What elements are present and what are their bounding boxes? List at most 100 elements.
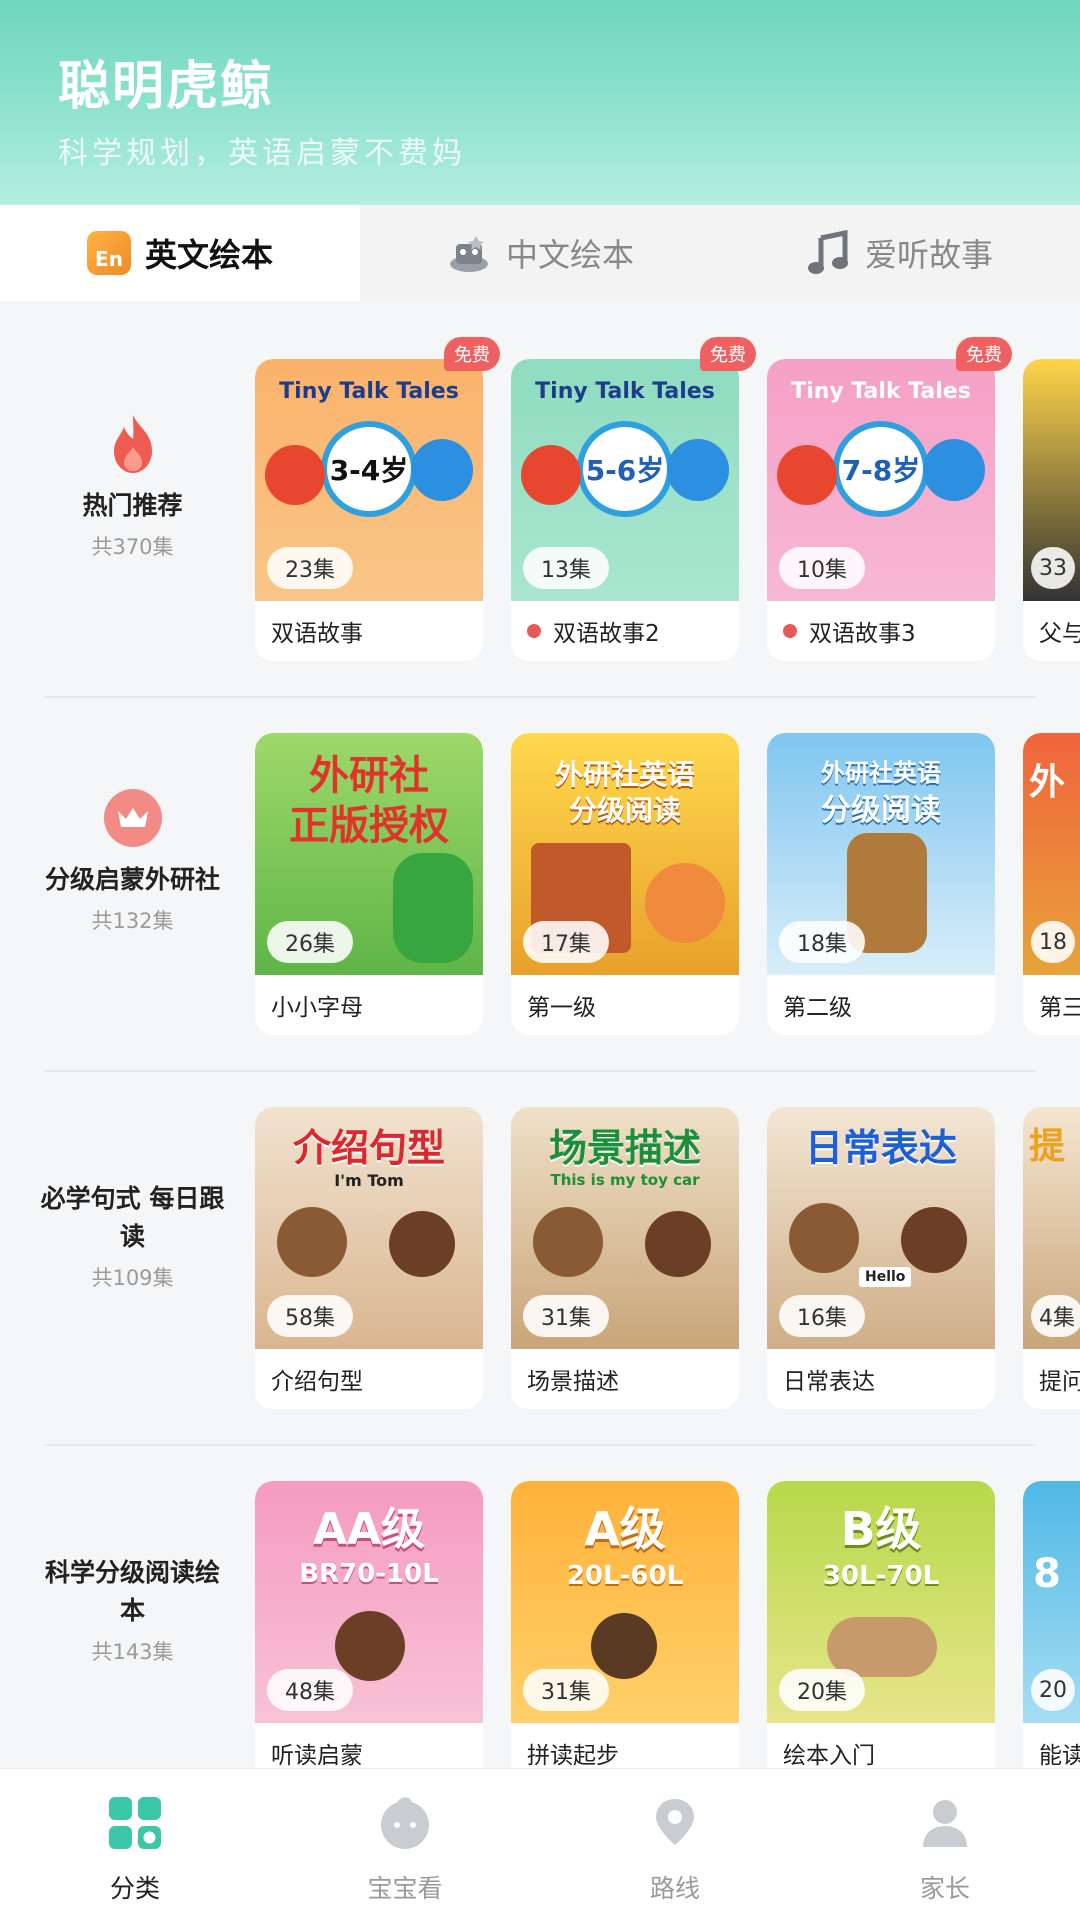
episode-count: 4集 bbox=[1031, 1295, 1080, 1337]
book-cover: Tiny Talk Tales 5-6岁 13集 bbox=[511, 359, 739, 601]
episode-count: 26集 bbox=[267, 921, 353, 963]
book-card[interactable]: 提 4集 提问 bbox=[1023, 1107, 1080, 1409]
book-cover: 日常表达 Hello 16集 bbox=[767, 1107, 995, 1349]
cover-title: A级 bbox=[584, 1502, 666, 1556]
location-pin-icon bbox=[647, 1795, 703, 1855]
book-title: 能读 bbox=[1039, 1743, 1080, 1768]
category-count: 共132集 bbox=[91, 909, 174, 933]
tab-label: 爱听故事 bbox=[864, 236, 993, 274]
book-cover: AA级 BR70-10L 48集 bbox=[255, 1481, 483, 1723]
category-graded-reading[interactable]: 科学分级阅读绘本 共143集 bbox=[40, 1423, 225, 1768]
book-card[interactable]: 外研社英语 分级阅读 17集 第一级 bbox=[511, 733, 739, 1035]
girl-character-icon bbox=[777, 445, 837, 505]
nav-label: 路线 bbox=[649, 1874, 700, 1903]
cover-title: Tiny Talk Tales bbox=[535, 379, 715, 404]
cover-title: Tiny Talk Tales bbox=[791, 379, 971, 404]
cover-title: AA级 bbox=[312, 1504, 426, 1555]
cover-title: 提 bbox=[1029, 1126, 1066, 1167]
episode-count: 20集 bbox=[779, 1669, 865, 1711]
book-title: 双语故事2 bbox=[527, 611, 660, 651]
section-hot: 热门推荐 共370集 Tiny Talk Tales 3-4岁 23集 双语故事… bbox=[0, 301, 1080, 698]
new-dot-icon bbox=[783, 624, 797, 638]
book-cover: Tiny Talk Tales 3-4岁 23集 bbox=[255, 359, 483, 601]
girl-character-icon bbox=[389, 1211, 455, 1277]
book-card[interactable]: Tiny Talk Tales 3-4岁 23集 双语故事 bbox=[255, 359, 483, 661]
category-name: 必学句式 每日跟读 bbox=[40, 1184, 225, 1251]
cover-title: Tiny Talk Tales bbox=[279, 379, 459, 404]
cover-title: 日常表达 bbox=[804, 1126, 957, 1170]
category-count: 共143集 bbox=[91, 1640, 174, 1664]
book-card[interactable]: 外研社 正版授权 26集 小小字母 bbox=[255, 733, 483, 1035]
book-cover: A级 20L-60L 31集 bbox=[511, 1481, 739, 1723]
free-badge: 免费 bbox=[700, 337, 756, 371]
book-card[interactable]: 外研社英语 分级阅读 18集 第二级 bbox=[767, 733, 995, 1035]
tab-english-books[interactable]: En 英文绘本 bbox=[0, 205, 360, 301]
book-cover: 外 18 bbox=[1023, 733, 1080, 975]
free-badge: 免费 bbox=[444, 337, 500, 371]
book-cover: Tiny Talk Tales 7-8岁 10集 bbox=[767, 359, 995, 601]
crocodile-icon bbox=[393, 853, 473, 963]
cover-subtitle: I'm Tom bbox=[334, 1171, 404, 1190]
category-fltrp[interactable]: 分级启蒙外研社 共132集 bbox=[40, 675, 225, 1049]
book-card[interactable]: 33 父与 bbox=[1023, 359, 1080, 661]
book-title: 听读启蒙 bbox=[271, 1743, 363, 1768]
book-card[interactable]: B级 30L-70L 20集 绘本入门 bbox=[767, 1481, 995, 1768]
episode-count: 31集 bbox=[523, 1295, 609, 1337]
book-title: 双语故事3 bbox=[783, 611, 916, 651]
book-card[interactable]: 日常表达 Hello 16集 日常表达 bbox=[767, 1107, 995, 1409]
girl-character-icon bbox=[265, 445, 325, 505]
episode-count: 20 bbox=[1031, 1669, 1075, 1711]
nav-baby-watch[interactable]: 宝宝看 bbox=[270, 1769, 540, 1920]
book-card[interactable]: Tiny Talk Tales 5-6岁 13集 双语故事2 bbox=[511, 359, 739, 661]
book-card[interactable]: 8 20 能读 bbox=[1023, 1481, 1080, 1768]
book-card[interactable]: 场景描述 This is my toy car 31集 场景描述 bbox=[511, 1107, 739, 1409]
category-name: 分级启蒙外研社 bbox=[45, 865, 221, 894]
episode-count: 48集 bbox=[267, 1669, 353, 1711]
book-cover: 外研社英语 分级阅读 18集 bbox=[767, 733, 995, 975]
book-card[interactable]: AA级 BR70-10L 48集 听读启蒙 bbox=[255, 1481, 483, 1768]
category-hot[interactable]: 热门推荐 共370集 bbox=[40, 301, 225, 675]
boy-character-icon bbox=[667, 439, 729, 501]
cover-subtitle: 正版授权 bbox=[289, 803, 449, 849]
category-sentences[interactable]: 必学句式 每日跟读 共109集 bbox=[40, 1049, 225, 1423]
child-character-icon bbox=[645, 863, 725, 943]
cover-subtitle: 分级阅读 bbox=[568, 794, 681, 827]
book-cover: B级 30L-70L 20集 bbox=[767, 1481, 995, 1723]
category-count: 共370集 bbox=[91, 535, 174, 559]
book-card[interactable]: 外 18 第三 bbox=[1023, 733, 1080, 1035]
book-title: 双语故事 bbox=[271, 621, 363, 647]
category-list[interactable]: 热门推荐 共370集 Tiny Talk Tales 3-4岁 23集 双语故事… bbox=[0, 301, 1080, 1768]
age-badge: 5-6岁 bbox=[577, 421, 673, 517]
nav-category[interactable]: 分类 bbox=[0, 1769, 270, 1920]
girl-character-icon bbox=[901, 1207, 967, 1273]
episode-count: 31集 bbox=[523, 1669, 609, 1711]
cover-subtitle: This is my toy car bbox=[550, 1171, 700, 1189]
book-cover: 8 20 bbox=[1023, 1481, 1080, 1723]
tab-listen-stories[interactable]: 爱听故事 bbox=[720, 205, 1080, 301]
nav-parent[interactable]: 家长 bbox=[810, 1769, 1080, 1920]
category-tabs: En 英文绘本 中文绘本 爱听故事 bbox=[0, 205, 1080, 301]
cover-subtitle: Hello bbox=[859, 1267, 912, 1287]
book-card[interactable]: 介绍句型 I'm Tom 58集 介绍句型 bbox=[255, 1107, 483, 1409]
book-title: 第二级 bbox=[783, 995, 852, 1021]
nav-label: 分类 bbox=[109, 1874, 160, 1903]
book-card[interactable]: A级 20L-60L 31集 拼读起步 bbox=[511, 1481, 739, 1768]
nav-route[interactable]: 路线 bbox=[540, 1769, 810, 1920]
episode-count: 23集 bbox=[267, 547, 353, 589]
nav-label: 家长 bbox=[919, 1874, 970, 1903]
book-card[interactable]: Tiny Talk Tales 7-8岁 10集 双语故事3 bbox=[767, 359, 995, 661]
category-grid-icon bbox=[107, 1795, 163, 1855]
new-dot-icon bbox=[527, 624, 541, 638]
book-cover: 场景描述 This is my toy car 31集 bbox=[511, 1107, 739, 1349]
cover-title: 介绍句型 bbox=[292, 1126, 445, 1170]
book-title: 拼读起步 bbox=[527, 1743, 619, 1768]
tab-chinese-books[interactable]: 中文绘本 bbox=[360, 205, 720, 301]
book-cover: 提 4集 bbox=[1023, 1107, 1080, 1349]
bear-characters-icon bbox=[827, 1617, 937, 1677]
nav-label: 宝宝看 bbox=[367, 1874, 443, 1903]
episode-count: 13集 bbox=[523, 547, 609, 589]
girl-character-icon bbox=[645, 1211, 711, 1277]
episode-count: 16集 bbox=[779, 1295, 865, 1337]
girl-character-icon bbox=[335, 1611, 405, 1681]
section-fltrp: 分级启蒙外研社 共132集 外研社 正版授权 26集 小小字母 外研社英语 分级… bbox=[0, 675, 1080, 1072]
